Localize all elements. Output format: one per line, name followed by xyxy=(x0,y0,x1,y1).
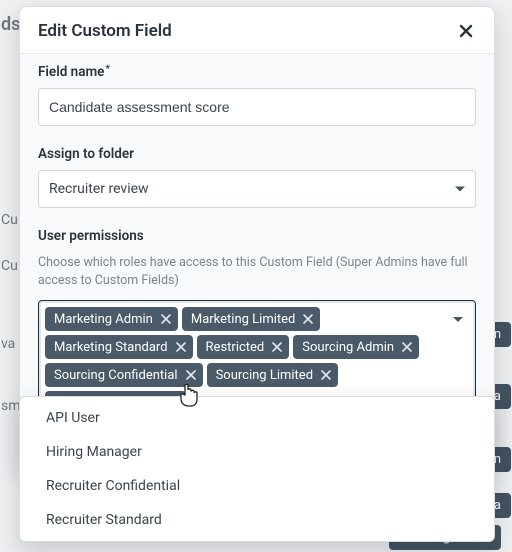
permissions-option[interactable]: Recruiter Confidential xyxy=(20,469,494,503)
close-icon xyxy=(458,23,474,39)
role-tag-label: Restricted xyxy=(206,341,265,354)
user-permissions-group: User permissions Choose which roles have… xyxy=(38,228,476,422)
remove-role-button[interactable] xyxy=(270,340,284,354)
role-tag-label: Sourcing Limited xyxy=(216,369,313,382)
role-tag: Restricted xyxy=(197,335,290,359)
role-tag: Marketing Limited xyxy=(182,307,321,331)
bg-text: sm xyxy=(1,398,21,414)
remove-role-button[interactable] xyxy=(319,368,333,382)
remove-role-button[interactable] xyxy=(174,340,188,354)
role-tag: Sourcing Admin xyxy=(293,335,419,359)
assign-folder-label: Assign to folder xyxy=(38,146,134,162)
chevron-down-icon xyxy=(453,317,463,322)
role-tag: Marketing Admin xyxy=(45,307,178,331)
remove-role-button[interactable] xyxy=(400,340,414,354)
remove-role-button[interactable] xyxy=(301,312,315,326)
user-permissions-label: User permissions xyxy=(38,228,144,244)
role-tag-label: Sourcing Confidential xyxy=(54,369,178,382)
close-button[interactable] xyxy=(456,21,476,41)
role-tag: Marketing Standard xyxy=(45,335,193,359)
bg-text: Cu xyxy=(1,212,18,228)
modal-header: Edit Custom Field xyxy=(20,7,494,53)
assign-folder-select[interactable]: Recruiter review xyxy=(38,170,476,208)
remove-role-button[interactable] xyxy=(159,312,173,326)
role-tag-label: Marketing Standard xyxy=(54,341,168,354)
bg-text: ds xyxy=(1,14,20,35)
role-tag: Sourcing Confidential xyxy=(45,363,203,387)
field-name-group: Field name xyxy=(38,64,476,126)
modal-title: Edit Custom Field xyxy=(38,21,172,41)
chevron-down-icon xyxy=(455,187,465,192)
permissions-option[interactable]: Hiring Manager xyxy=(20,435,494,469)
permissions-option[interactable]: Recruiter Standard xyxy=(20,503,494,537)
assign-folder-value: Recruiter review xyxy=(49,181,149,197)
assign-folder-group: Assign to folder Recruiter review xyxy=(38,146,476,208)
user-permissions-help: Choose which roles have access to this C… xyxy=(38,254,476,290)
role-tag: Sourcing Limited xyxy=(207,363,338,387)
field-name-input[interactable] xyxy=(38,88,476,126)
field-name-label: Field name xyxy=(38,64,109,80)
remove-role-button[interactable] xyxy=(184,368,198,382)
bg-text: va xyxy=(1,336,15,352)
bg-text: Cu xyxy=(1,258,18,274)
role-tag-label: Marketing Admin xyxy=(54,313,153,326)
permissions-dropdown: API UserHiring ManagerRecruiter Confiden… xyxy=(19,396,495,542)
permissions-option[interactable]: API User xyxy=(20,401,494,435)
role-tag-label: Marketing Limited xyxy=(191,313,296,326)
role-tag-label: Sourcing Admin xyxy=(302,341,394,354)
